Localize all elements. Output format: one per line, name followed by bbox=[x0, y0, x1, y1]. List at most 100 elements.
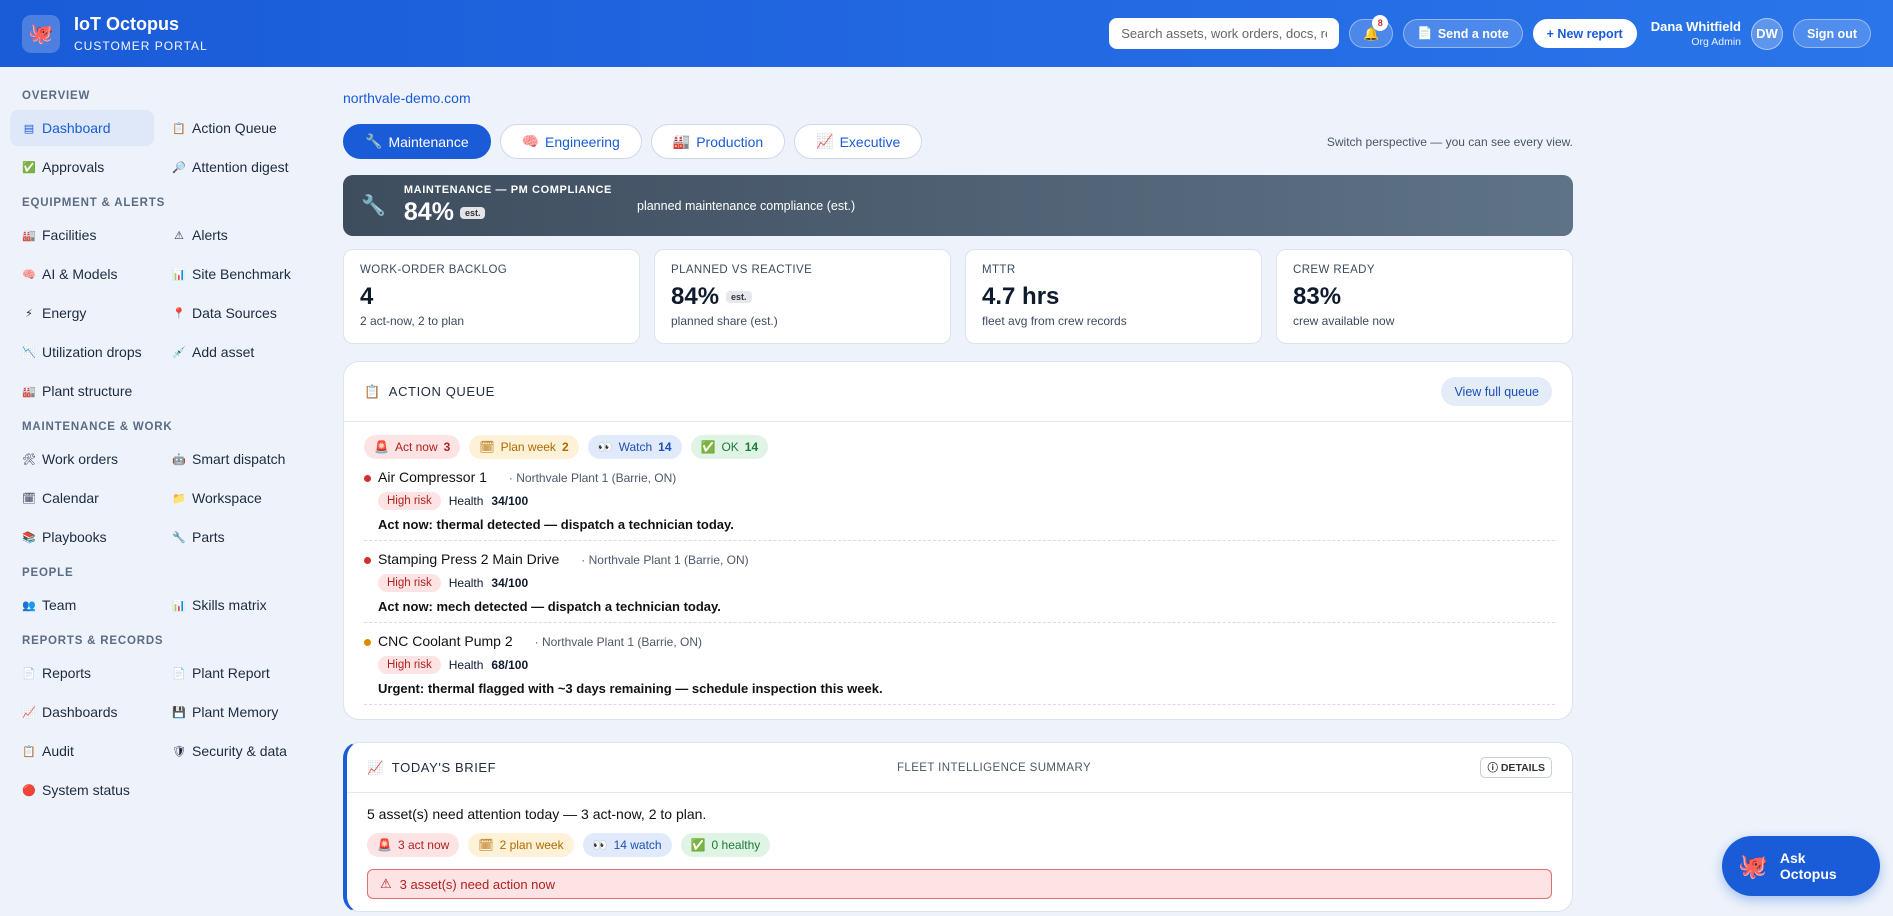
sidebar-item-ai-models[interactable]: 🧠 AI & Models bbox=[10, 256, 160, 292]
energy-icon: ⚡ bbox=[25, 307, 33, 320]
details-button[interactable]: ⓘ DETAILS bbox=[1480, 757, 1552, 778]
sidebar-item-label: Audit bbox=[42, 743, 74, 759]
octopus-logo-icon[interactable]: 🐙 bbox=[22, 14, 60, 53]
asset-name[interactable]: Air Compressor 1 bbox=[378, 469, 487, 485]
brief-chip-3-act-now[interactable]: 🚨 3 act now bbox=[367, 833, 460, 857]
sidebar-item-workspace[interactable]: 📁 Workspace bbox=[160, 480, 310, 516]
sidebar: OVERVIEW ▤ Dashboard 📋 Action Queue ✅ Approval… bbox=[10, 90, 310, 820]
queue-item[interactable]: Stamping Press 2 Main Drive · Northvale P… bbox=[364, 541, 1555, 623]
sidebar-section-title: EQUIPMENT & ALERTS bbox=[22, 197, 166, 209]
sidebar-item-approvals[interactable]: ✅ Approvals bbox=[10, 149, 160, 185]
new-report-button[interactable]: + New report bbox=[1532, 19, 1637, 48]
brief-chip-14-watch[interactable]: 👀 14 watch bbox=[582, 833, 672, 857]
brand-subtitle: CUSTOMER PORTAL bbox=[74, 39, 208, 53]
send-note-label: Send a note bbox=[1437, 26, 1509, 41]
sidebar-section-people: 👥 Team 📊 Skills matrix bbox=[10, 587, 310, 623]
sidebar-item-skills-matrix[interactable]: 📊 Skills matrix bbox=[160, 587, 310, 623]
audit-icon: 📋 bbox=[22, 745, 36, 758]
sidebar-item-alerts[interactable]: ⚠ Alerts bbox=[160, 217, 310, 253]
send-note-button[interactable]: 📄 Send a note bbox=[1403, 19, 1523, 48]
search-input[interactable] bbox=[1109, 18, 1340, 49]
sidebar-item-dashboard[interactable]: ▤ Dashboard bbox=[10, 110, 154, 146]
ask-octopus-button[interactable]: 🐙 Ask Octopus bbox=[1722, 836, 1880, 896]
filter-chip-plan-week[interactable]: 🗓 Plan week 2 bbox=[469, 435, 579, 459]
queue-item[interactable]: CNC Coolant Pump 2 · Northvale Plant 1 (B… bbox=[364, 623, 1555, 705]
health-score: 34/100 bbox=[491, 576, 529, 590]
org-domain[interactable]: northvale-demo.com bbox=[343, 90, 1573, 106]
pm-compliance-banner: 🔧 MAINTENANCE — PM COMPLIANCE 84% est. p… bbox=[343, 175, 1573, 236]
sidebar-item-calendar[interactable]: 🗓 Calendar bbox=[10, 480, 160, 516]
sidebar-item-smart-dispatch[interactable]: 🤖 Smart dispatch bbox=[160, 441, 310, 477]
sidebar-item-action-queue[interactable]: 📋 Action Queue bbox=[160, 110, 310, 146]
sidebar-item-plant-memory[interactable]: 💾 Plant Memory bbox=[160, 694, 310, 730]
sidebar-item-attention-digest[interactable]: 🔎 Attention digest bbox=[160, 149, 310, 185]
sidebar-item-label: Work orders bbox=[42, 451, 118, 467]
sidebar-item-plant-report[interactable]: 📄 Plant Report bbox=[160, 655, 310, 691]
kpi-label: WORK-ORDER BACKLOG bbox=[360, 264, 508, 276]
kpi-value-row: 84% est. bbox=[671, 283, 934, 311]
sidebar-item-facilities[interactable]: 🏭 Facilities bbox=[10, 217, 160, 253]
sidebar-item-site-benchmark[interactable]: 📊 Site Benchmark bbox=[160, 256, 310, 292]
estimate-badge: est. bbox=[459, 206, 486, 219]
octopus-icon: 🐙 bbox=[1738, 852, 1768, 880]
brief-chip-label: 3 act now bbox=[397, 838, 450, 852]
sidebar-item-label: Plant structure bbox=[42, 383, 133, 399]
sidebar-item-dashboards[interactable]: 📈 Dashboards bbox=[10, 694, 160, 730]
sidebar-section-overview: ▤ Dashboard 📋 Action Queue ✅ Approvals 🔎 Attent… bbox=[10, 110, 310, 185]
asset-location: · Northvale Plant 1 (Barrie, ON) bbox=[508, 471, 677, 485]
wrench-icon: 🔧 bbox=[361, 195, 386, 217]
brief-header: 📈 TODAY'S BRIEF FLEET INTELLIGENCE SUMMA… bbox=[347, 743, 1572, 793]
asset-name[interactable]: CNC Coolant Pump 2 bbox=[378, 633, 513, 649]
chip-label: Act now bbox=[394, 440, 438, 454]
sidebar-item-label: Team bbox=[42, 597, 77, 613]
sidebar-item-plant-structure[interactable]: 🏭 Plant structure bbox=[10, 373, 160, 409]
kpi-subtext: fleet avg from crew records bbox=[982, 314, 1127, 328]
tab-executive[interactable]: 📈 Executive bbox=[794, 124, 923, 159]
top-bar: 🐙 IoT Octopus CUSTOMER PORTAL 🔔 8 📄 Send… bbox=[0, 0, 1893, 67]
filter-chip-act-now[interactable]: 🚨 Act now 3 bbox=[364, 435, 461, 459]
avatar[interactable]: DW bbox=[1751, 17, 1783, 50]
tab-production[interactable]: 🏭 Production bbox=[650, 124, 786, 159]
sidebar-item-utilization-drops[interactable]: 📉 Utilization drops bbox=[10, 334, 160, 370]
chip-label: Watch bbox=[618, 440, 653, 454]
production-icon: 🏭 bbox=[672, 133, 691, 149]
kpi-label: PLANNED VS REACTIVE bbox=[671, 264, 813, 276]
sidebar-item-system-status[interactable]: 🔴 System status bbox=[10, 772, 160, 808]
kpi-value: 83% bbox=[1293, 283, 1342, 310]
queue-item[interactable]: Air Compressor 1 · Northvale Plant 1 (Bar… bbox=[364, 459, 1555, 541]
filter-chip-ok[interactable]: ✅ OK 14 bbox=[690, 435, 769, 459]
sidebar-item-security-data[interactable]: 🛡 Security & data bbox=[160, 733, 310, 769]
sidebar-item-team[interactable]: 👥 Team bbox=[10, 587, 160, 623]
filter-chip-watch[interactable]: 👀 Watch 14 bbox=[587, 435, 682, 459]
sidebar-item-energy[interactable]: ⚡ Energy bbox=[10, 295, 160, 331]
attention-digest-icon: 🔎 bbox=[172, 161, 186, 174]
sidebar-item-add-asset[interactable]: 💉 Add asset bbox=[160, 334, 310, 370]
sidebar-item-data-sources[interactable]: 📍 Data Sources bbox=[160, 295, 310, 331]
system-status-icon: 🔴 bbox=[22, 784, 36, 797]
sidebar-item-audit[interactable]: 📋 Audit bbox=[10, 733, 160, 769]
team-icon: 👥 bbox=[22, 599, 36, 612]
sidebar-section-title: OVERVIEW bbox=[22, 90, 91, 102]
sidebar-item-label: Skills matrix bbox=[192, 597, 267, 613]
action-queue-title-text: ACTION QUEUE bbox=[388, 384, 495, 399]
brief-chip-0-healthy[interactable]: ✅ 0 healthy bbox=[680, 833, 771, 857]
sidebar-item-label: Dashboards bbox=[42, 704, 118, 720]
sidebar-item-playbooks[interactable]: 📚 Playbooks bbox=[10, 519, 160, 555]
notifications-button[interactable]: 🔔 8 bbox=[1349, 15, 1394, 48]
sidebar-item-label: Attention digest bbox=[192, 159, 289, 175]
risk-badge: High risk bbox=[378, 492, 441, 510]
action-now-alert[interactable]: ⚠ 3 asset(s) need action now bbox=[367, 869, 1552, 899]
tab-engineering[interactable]: 🧠 Engineering bbox=[499, 124, 642, 159]
tab-list: 🔧 Maintenance 🧠 Engineering 🏭 Production 📈 Exec… bbox=[343, 124, 923, 159]
kpi-card-planned-vs-reactive: PLANNED VS REACTIVE 84% est. planned share … bbox=[654, 249, 951, 344]
sidebar-item-reports[interactable]: 📄 Reports bbox=[10, 655, 160, 691]
chip-label: OK bbox=[721, 440, 739, 454]
tab-maintenance[interactable]: 🔧 Maintenance bbox=[343, 124, 491, 159]
user-name: Dana Whitfield bbox=[1650, 19, 1741, 34]
asset-name[interactable]: Stamping Press 2 Main Drive bbox=[378, 551, 559, 567]
brief-chip-2-plan-week[interactable]: 🗓 2 plan week bbox=[468, 833, 574, 857]
sidebar-item-work-orders[interactable]: 🛠 Work orders bbox=[10, 441, 160, 477]
sidebar-item-parts[interactable]: 🔧 Parts bbox=[160, 519, 310, 555]
sign-out-button[interactable]: Sign out bbox=[1793, 19, 1871, 48]
view-full-queue-button[interactable]: View full queue bbox=[1441, 377, 1552, 406]
